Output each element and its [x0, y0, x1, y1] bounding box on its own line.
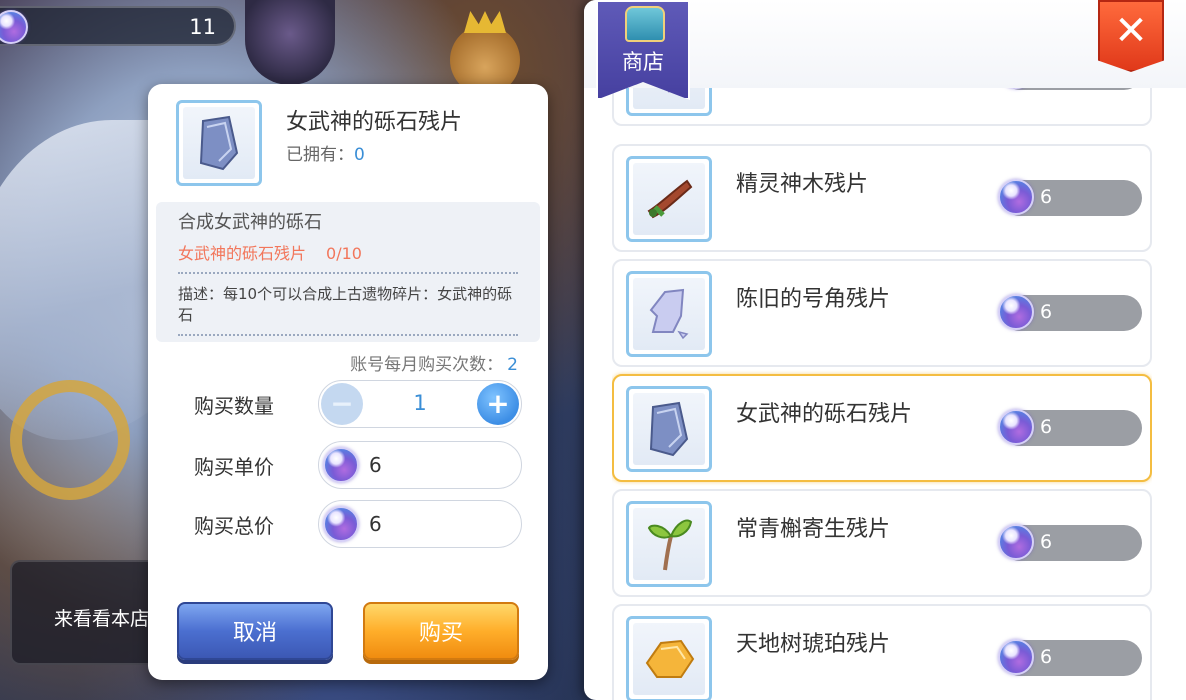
cancel-button[interactable]: 取消: [177, 602, 333, 660]
unit-price-value: 6: [369, 453, 382, 477]
golden-staff: [10, 380, 130, 500]
item-price: 6: [998, 524, 1142, 561]
gravel-fragment-icon: [199, 115, 239, 171]
shop-tab-label: 商店: [622, 50, 664, 74]
wood-fragment-icon: [647, 179, 693, 219]
shop-item-row[interactable]: 精灵神木残片 6: [612, 144, 1152, 252]
quantity-stepper: − 1 +: [318, 380, 522, 428]
owned-label: 已拥有：: [286, 145, 354, 165]
quantity-label: 购买数量: [194, 394, 274, 418]
crystal-icon: [998, 409, 1034, 445]
currency-bar: 11: [0, 6, 236, 46]
item-thumbnail: [626, 386, 712, 472]
crystal-icon: [998, 294, 1034, 330]
crystal-icon: [998, 88, 1034, 89]
shop-item-row[interactable]: 常青槲寄生残片 6: [612, 489, 1152, 597]
background-panel-text: 来看看本店: [54, 608, 150, 630]
currency-amount: 11: [189, 15, 216, 39]
item-name: 陈旧的号角残片: [736, 287, 891, 312]
buy-button[interactable]: 购买: [363, 602, 519, 660]
dialog-item-thumbnail: [176, 100, 262, 186]
description-box: 合成女武神的砾石 女武神的砾石残片 0/10 描述：每10个可以合成上古遗物碎片：…: [156, 202, 540, 342]
shop-item-list[interactable]: 6 精灵神木残片 6: [612, 88, 1152, 700]
total-price-field: 6: [318, 500, 522, 548]
horn-fragment-icon: [649, 288, 689, 340]
item-price-value: 6: [1040, 416, 1053, 438]
item-price: 6: [998, 88, 1142, 90]
unit-price-field: 6: [318, 441, 522, 489]
item-description: 描述：每10个可以合成上古遗物碎片：女武神的砾石: [178, 285, 513, 324]
item-thumbnail: [626, 501, 712, 587]
crystal-icon: [323, 447, 359, 483]
item-name: 天地树琥珀残片: [736, 632, 891, 657]
unit-price-label: 购买单价: [194, 455, 274, 479]
owned-value: 0: [354, 145, 365, 165]
dark-character: [245, 0, 335, 85]
item-price: 6: [998, 179, 1142, 216]
item-price: 6: [998, 409, 1142, 446]
item-price-value: 6: [1040, 531, 1053, 553]
total-price-label: 购买总价: [194, 514, 274, 538]
crystal-icon: [0, 10, 28, 44]
mistletoe-fragment-icon: [647, 519, 693, 571]
item-price: 6: [998, 294, 1142, 331]
crystal-icon: [998, 639, 1034, 675]
requirement-count: 0/10: [326, 244, 362, 263]
item-thumbnail: [626, 88, 712, 116]
limit-value: 2: [507, 355, 518, 375]
shop-item-row-selected[interactable]: 女武神的砾石残片 6: [612, 374, 1152, 482]
shop-item-row[interactable]: 陈旧的号角残片 6: [612, 259, 1152, 367]
amber-fragment-icon: [645, 639, 695, 678]
monthly-limit: 账号每月购买次数： 2: [350, 350, 518, 375]
increase-quantity-button[interactable]: +: [477, 383, 519, 425]
item-name: 常青槲寄生残片: [736, 517, 891, 542]
treasure-chest-icon: [625, 6, 665, 42]
synthesis-title: 合成女武神的砾石: [178, 212, 322, 233]
owned-count: 已拥有：0: [286, 140, 365, 165]
shop-item-row[interactable]: 6: [612, 88, 1152, 126]
crystal-icon: [323, 506, 359, 542]
shop-item-row[interactable]: 天地树琥珀残片 6: [612, 604, 1152, 700]
item-thumbnail: [626, 156, 712, 242]
item-price: 6: [998, 639, 1142, 676]
crystal-icon: [998, 524, 1034, 560]
close-button[interactable]: ✕: [1098, 0, 1164, 72]
item-name: 女武神的砾石残片: [736, 402, 913, 427]
crystal-icon: [998, 179, 1034, 215]
item-name: 精灵神木残片: [736, 172, 869, 197]
dialog-item-name: 女武神的砾石残片: [286, 110, 463, 135]
total-price-value: 6: [369, 512, 382, 536]
purchase-dialog: 女武神的砾石残片 已拥有：0 合成女武神的砾石 女武神的砾石残片 0/10 描述：…: [148, 84, 548, 680]
divider: [178, 272, 518, 274]
item-thumbnail: [626, 616, 712, 700]
divider: [178, 334, 518, 336]
item-price-value: 6: [1040, 186, 1053, 208]
synthesis-requirement: 女武神的砾石残片 0/10: [178, 240, 362, 264]
item-price-value: 6: [1040, 301, 1053, 323]
shop-panel: 6 精灵神木残片 6: [584, 0, 1186, 700]
requirement-name: 女武神的砾石残片: [178, 244, 307, 263]
gravel-fragment-icon: [649, 401, 689, 457]
item-thumbnail: [626, 271, 712, 357]
limit-label: 账号每月购买次数：: [350, 355, 504, 375]
item-price-value: 6: [1040, 646, 1053, 668]
background-panel: 来看看本店: [10, 560, 160, 665]
